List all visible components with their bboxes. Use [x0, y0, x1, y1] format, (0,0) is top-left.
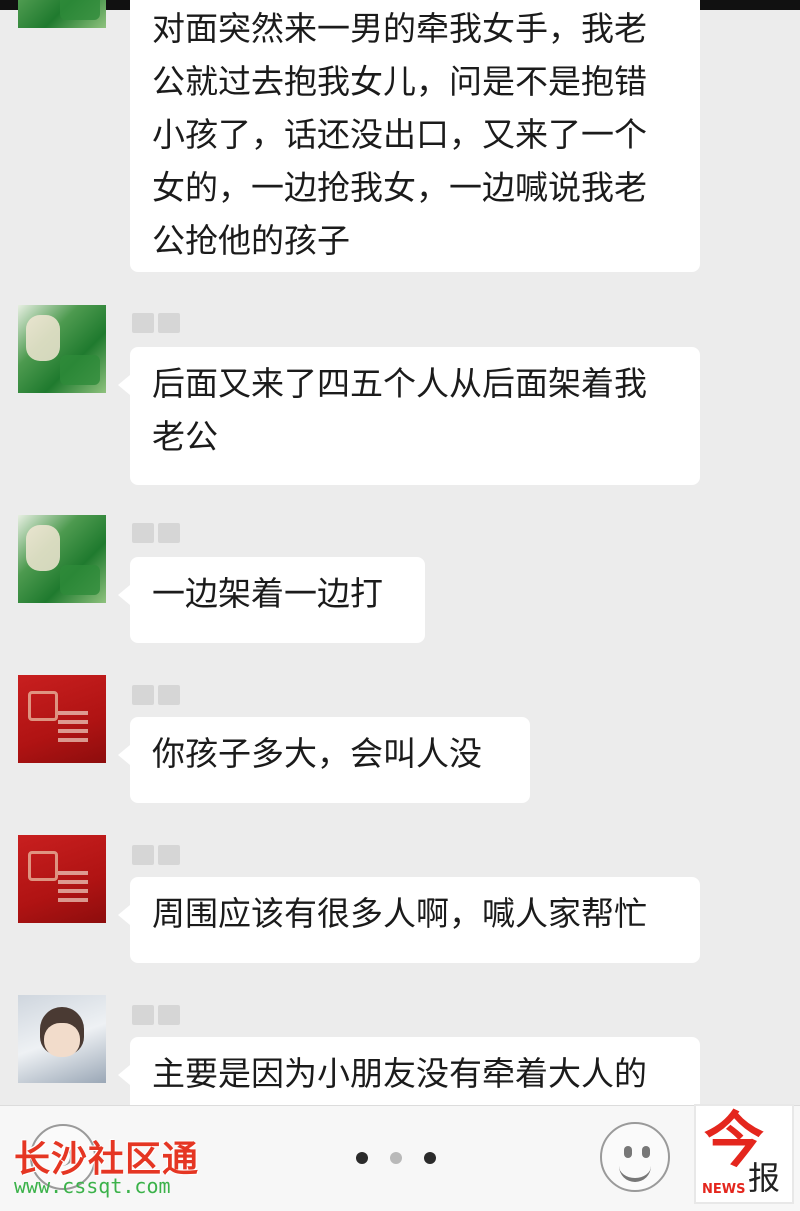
green-avatar-icon[interactable] [18, 515, 106, 603]
page-dot[interactable] [424, 1152, 436, 1164]
emoji-icon[interactable] [600, 1122, 670, 1192]
message-text: 一边架着一边打 [152, 574, 383, 613]
person-avatar-icon[interactable] [18, 995, 106, 1083]
chat-area[interactable]: 对面突然来一男的牵我女手，我老公就过去抱我女儿，问是不是抱错小孩了，话还没出口，… [0, 0, 800, 1105]
logo-news: NEWS [702, 1182, 746, 1197]
message-text: 周围应该有很多人啊，喊人家帮忙 [152, 894, 647, 933]
watermark-url: www.cssqt.com [14, 1174, 171, 1198]
news-logo: 今 报 NEWS [694, 1104, 794, 1204]
green-avatar-icon[interactable] [18, 0, 106, 28]
page-dot[interactable] [356, 1152, 368, 1164]
message-bubble[interactable]: 周围应该有很多人啊，喊人家帮忙 [118, 877, 700, 963]
red-avatar-icon[interactable] [18, 835, 106, 923]
sender-name [132, 845, 184, 867]
message-bubble[interactable]: 一边架着一边打 [118, 557, 425, 643]
red-avatar-icon[interactable] [18, 675, 106, 763]
sender-name [132, 1005, 184, 1027]
message-bubble[interactable]: 后面又来了四五个人从后面架着我老公 [118, 347, 700, 485]
page-dot[interactable] [390, 1152, 402, 1164]
sender-name [132, 313, 184, 335]
sender-name [132, 685, 184, 707]
green-avatar-icon[interactable] [18, 305, 106, 393]
message-text: 主要是因为小朋友没有牵着大人的 [152, 1054, 647, 1093]
message-text: 对面突然来一男的牵我女手，我老公就过去抱我女儿，问是不是抱错小孩了，话还没出口，… [152, 9, 647, 260]
logo-sub: 报 [748, 1159, 781, 1197]
message-bubble[interactable]: 主要是因为小朋友没有牵着大人的 [118, 1037, 700, 1105]
message-text: 你孩子多大，会叫人没 [152, 734, 482, 773]
message-text: 后面又来了四五个人从后面架着我老公 [152, 364, 647, 456]
sender-name [132, 523, 184, 545]
page-indicator [356, 1152, 436, 1164]
message-bubble[interactable]: 你孩子多大，会叫人没 [118, 717, 530, 803]
message-bubble[interactable]: 对面突然来一男的牵我女手，我老公就过去抱我女儿，问是不是抱错小孩了，话还没出口，… [130, 0, 700, 272]
